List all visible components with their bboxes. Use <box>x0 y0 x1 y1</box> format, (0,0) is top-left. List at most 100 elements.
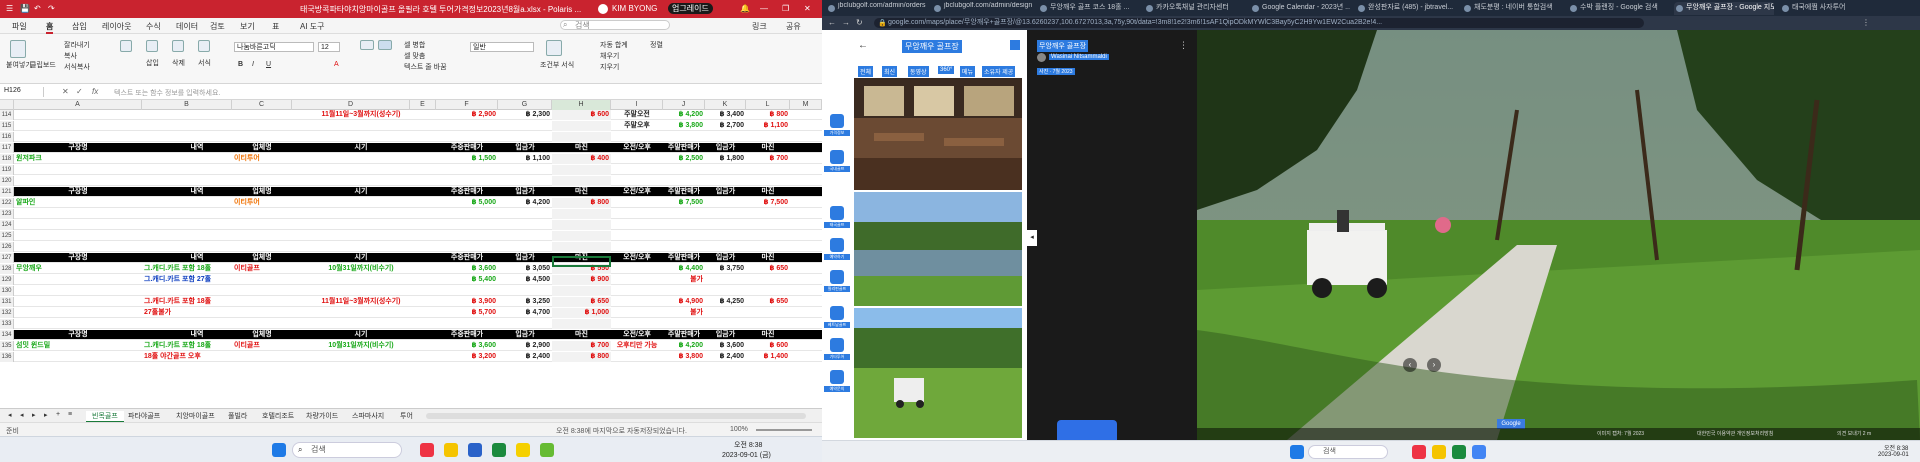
side-menu-label[interactable]: 기타투어 <box>824 354 850 360</box>
cell-j132[interactable]: 불가 <box>663 308 705 318</box>
row-number[interactable]: 115 <box>0 121 14 131</box>
cell-d117[interactable]: 시기 <box>292 143 430 153</box>
row-number[interactable]: 124 <box>0 220 14 230</box>
cell-d135[interactable]: 10월31일까지(비수기) <box>292 341 430 351</box>
column-header-k[interactable]: K <box>705 100 746 110</box>
cell-b131[interactable]: 그.캐디.카트 포함 18홀 <box>142 297 252 307</box>
wrap-button[interactable]: 텍스트 줄 바꿈 <box>404 62 447 72</box>
column-header-l[interactable]: L <box>746 100 790 110</box>
browser-tab[interactable]: 무앙깨우 골프장 - Google 지도 <box>1674 2 1774 15</box>
number-format-select[interactable]: 일반 <box>470 42 534 52</box>
row-number[interactable]: 131 <box>0 297 14 307</box>
address-bar[interactable]: google.com/maps/place/무앙깨우+골프장/@13.62602… <box>874 18 1644 28</box>
taskbar-search-input-2[interactable]: 검색 <box>1308 445 1388 459</box>
column-header-h[interactable]: H <box>552 100 611 110</box>
notification-icon[interactable]: 🔔 <box>740 4 750 13</box>
pano-prev-icon[interactable]: ‹ <box>1403 358 1417 372</box>
cell-h114[interactable]: ฿ 600 <box>552 110 611 120</box>
cell-i135[interactable]: 오후티만 가능 <box>611 341 663 351</box>
row-number[interactable]: 118 <box>0 154 14 164</box>
cell-g136[interactable]: ฿ 2,400 <box>498 352 552 362</box>
select-all-corner[interactable] <box>0 100 14 110</box>
kakaotalk-icon[interactable] <box>516 443 530 457</box>
cell-l114[interactable]: ฿ 800 <box>746 110 790 120</box>
cell-a121[interactable]: 구장명 <box>14 187 142 197</box>
function-icon[interactable]: fx <box>92 87 98 96</box>
street-view-panorama[interactable]: ‹ › <box>1197 30 1920 440</box>
row-number[interactable]: 125 <box>0 231 14 241</box>
cell-c121[interactable]: 업체명 <box>232 187 292 197</box>
cell-l127[interactable]: 마진 <box>746 253 790 263</box>
windows-start-icon[interactable] <box>272 443 286 457</box>
side-menu-icon[interactable] <box>830 206 844 220</box>
back-icon[interactable]: ← <box>828 18 836 27</box>
cell-h117[interactable]: 마진 <box>552 143 611 153</box>
cell-j136[interactable]: ฿ 3,800 <box>663 352 705 362</box>
insert-icon[interactable] <box>146 40 158 52</box>
pano-next-icon[interactable]: › <box>1427 358 1441 372</box>
sheet-tab-1[interactable]: 파타야골프 <box>128 411 160 421</box>
cell-j128[interactable]: ฿ 4,400 <box>663 264 705 274</box>
underline-button[interactable]: U <box>266 61 271 68</box>
cell-h118[interactable]: ฿ 400 <box>552 154 611 164</box>
row-number[interactable]: 132 <box>0 308 14 318</box>
spreadsheet-app-icon-r[interactable] <box>1452 445 1466 459</box>
side-menu-icon[interactable] <box>830 306 844 320</box>
app-icon-r1[interactable] <box>1412 445 1426 459</box>
chrome-icon[interactable] <box>1472 445 1486 459</box>
cell-f127[interactable]: 주중판매가 <box>436 253 498 263</box>
avatar[interactable] <box>598 4 608 14</box>
cell-k134[interactable]: 입금가 <box>705 330 746 340</box>
cell-g128[interactable]: ฿ 3,050 <box>498 264 552 274</box>
browser-tab[interactable]: 완성판자료 (485) - jbtravel... <box>1356 2 1456 15</box>
row-number[interactable]: 135 <box>0 341 14 351</box>
minimize-icon[interactable]: — <box>760 4 768 13</box>
cell-g131[interactable]: ฿ 3,250 <box>498 297 552 307</box>
cell-g135[interactable]: ฿ 2,900 <box>498 341 552 351</box>
cell-i134[interactable]: 오전/오후 <box>611 330 663 340</box>
first-sheet-icon[interactable]: ◂ <box>8 411 12 419</box>
browser-tab[interactable]: 카카오톡채널 관리자센터 <box>1144 2 1244 15</box>
cell-j134[interactable]: 주말판매가 <box>663 330 705 340</box>
side-menu-label[interactable]: 베트남골프 <box>824 322 850 328</box>
fill-button[interactable]: 채우기 <box>600 51 619 61</box>
app-icon-6[interactable] <box>540 443 554 457</box>
cell-k127[interactable]: 입금가 <box>705 253 746 263</box>
formula-input[interactable]: 텍스트 또는 함수 정보를 입력하세요. <box>114 88 220 98</box>
row-number[interactable]: 130 <box>0 286 14 296</box>
next-sheet-icon[interactable]: ▸ <box>32 411 36 419</box>
row-number[interactable]: 121 <box>0 187 14 197</box>
cell-f131[interactable]: ฿ 3,900 <box>436 297 498 307</box>
cell-a117[interactable]: 구장명 <box>14 143 142 153</box>
column-header-i[interactable]: I <box>611 100 663 110</box>
cell-a128[interactable]: 무앙깨우 <box>14 264 142 274</box>
row-number[interactable]: 120 <box>0 176 14 186</box>
row-number[interactable]: 116 <box>0 132 14 142</box>
cell-c118[interactable]: 이티투어 <box>232 154 292 164</box>
cell-j127[interactable]: 주말판매가 <box>663 253 705 263</box>
cell-c128[interactable]: 이티골프 <box>232 264 292 274</box>
font-size-select[interactable]: 12 <box>318 42 340 52</box>
photographer-name[interactable]: Wasinai Nitsammaldi <box>1049 54 1109 60</box>
cell-l131[interactable]: ฿ 650 <box>746 297 790 307</box>
conditional-format-button[interactable]: 조건부 서식 <box>540 60 574 70</box>
cell-b136[interactable]: 18홀 야간골프 오후 <box>142 352 252 362</box>
merge-button[interactable]: 셀 맞춤 <box>404 51 425 61</box>
upgrade-button[interactable]: 업그레이드 <box>668 3 713 14</box>
browser-tab[interactable]: 채도분평 : 네이버 통합검색 <box>1462 2 1562 15</box>
side-menu-icon[interactable] <box>830 270 844 284</box>
cell-k114[interactable]: ฿ 3,400 <box>705 110 746 120</box>
delete-icon[interactable] <box>172 40 184 52</box>
cell-h135[interactable]: ฿ 700 <box>552 341 611 351</box>
side-menu-label[interactable]: 가격정보 <box>824 130 850 136</box>
photo-thumbnail-lake[interactable] <box>854 192 1022 306</box>
cell-h128[interactable]: ฿ 550 <box>552 264 611 274</box>
cell-a118[interactable]: 원저파크 <box>14 154 142 164</box>
paste-button[interactable]: 붙여넣기 <box>6 60 32 70</box>
zoom-level[interactable]: 100% <box>730 426 748 433</box>
photo-filter-video[interactable]: 동영상 <box>908 66 929 77</box>
windows-start-icon-2[interactable] <box>1290 445 1304 459</box>
cell-d128[interactable]: 10월31일까지(비수기) <box>292 264 430 274</box>
sort-button[interactable]: 정렬 <box>650 40 663 50</box>
format-painter-button[interactable]: 서식복사 <box>64 62 90 72</box>
